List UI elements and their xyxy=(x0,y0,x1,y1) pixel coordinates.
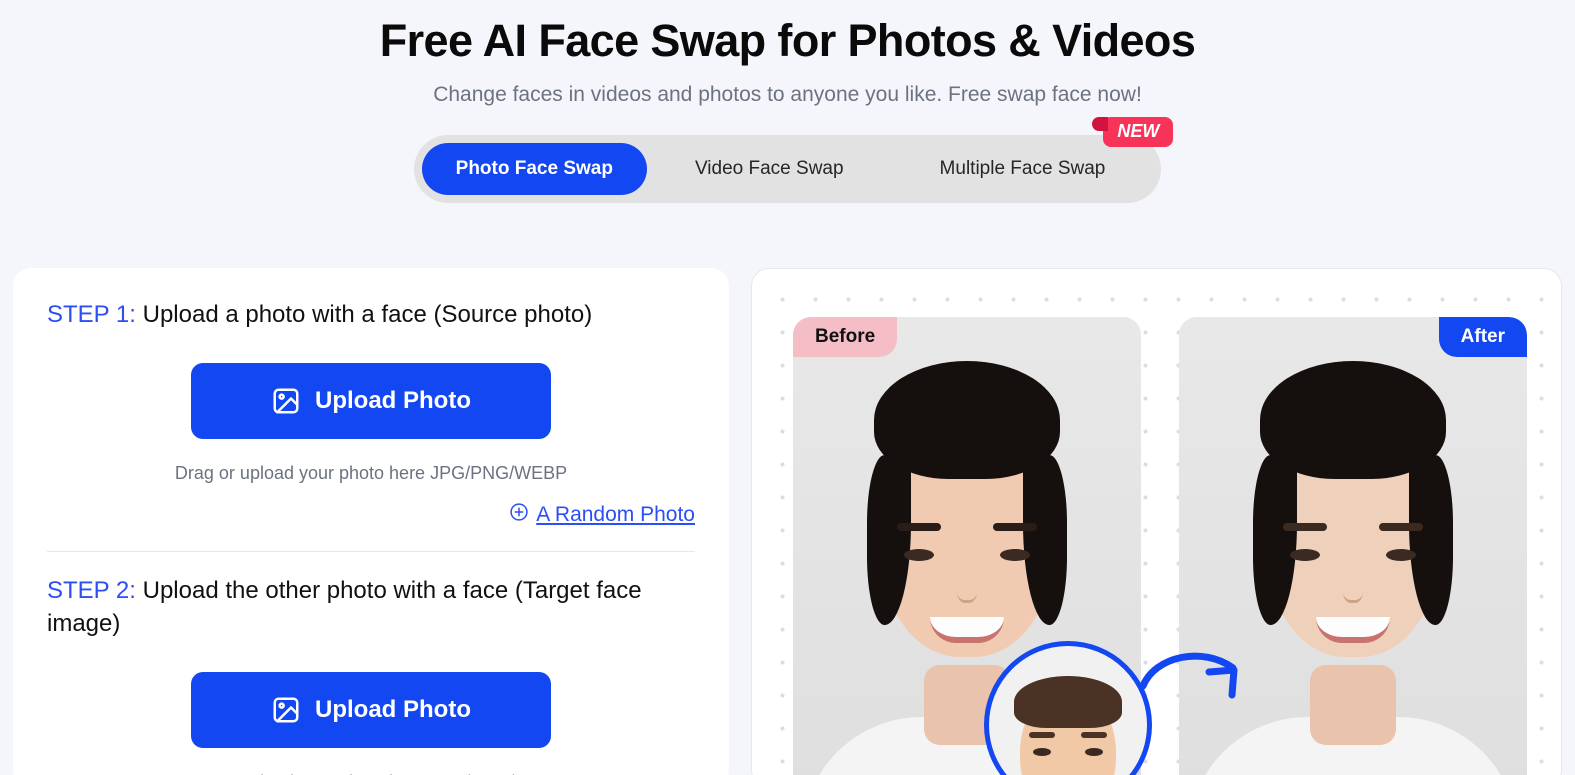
random-photo-link[interactable]: A Random Photo xyxy=(536,503,695,527)
tab-multiple-face-swap[interactable]: Multiple Face Swap xyxy=(892,143,1154,195)
avatar-hair xyxy=(1014,676,1122,728)
before-nose xyxy=(957,575,977,603)
avatar-eye-right xyxy=(1085,748,1103,756)
after-eye-left xyxy=(1290,549,1320,561)
preview-card: Before After xyxy=(751,268,1562,775)
after-label: After xyxy=(1438,317,1527,357)
before-after-stage: Before After xyxy=(752,269,1561,775)
step-1-title: STEP 1: Upload a photo with a face (Sour… xyxy=(47,298,687,331)
image-upload-icon xyxy=(271,386,301,416)
after-neck xyxy=(1310,665,1396,745)
upload-photo-button-2[interactable]: Upload Photo xyxy=(191,672,551,749)
swap-arrow-icon xyxy=(1137,642,1247,709)
after-nose xyxy=(1343,575,1363,603)
page-title: Free AI Face Swap for Photos & Videos xyxy=(379,15,1196,66)
after-hair-bun xyxy=(1260,361,1446,479)
step-2-title: STEP 2: Upload the other photo with a fa… xyxy=(47,574,687,640)
step-2-key: STEP 2: xyxy=(47,577,136,605)
tab-switcher-wrap: Photo Face Swap Video Face Swap Multiple… xyxy=(0,116,1575,203)
before-eye-left xyxy=(904,549,934,561)
upload-photo-label-2: Upload Photo xyxy=(315,696,471,724)
upload-steps-card: STEP 1: Upload a photo with a face (Sour… xyxy=(13,268,729,775)
step-1-text: Upload a photo with a face (Source photo… xyxy=(135,301,593,328)
step-1-key: STEP 1: xyxy=(47,301,136,328)
after-eye-right xyxy=(1386,549,1416,561)
upload-photo-button-1[interactable]: Upload Photo xyxy=(191,363,551,440)
face-swap-page: Free AI Face Swap for Photos & Videos Ch… xyxy=(0,0,1575,775)
before-brow-right xyxy=(993,523,1037,531)
step-1-upload-row: Upload Photo xyxy=(47,363,695,440)
main-panels: STEP 1: Upload a photo with a face (Sour… xyxy=(13,268,1562,775)
before-eye-right xyxy=(1000,549,1030,561)
upload-photo-label-1: Upload Photo xyxy=(315,387,471,415)
image-upload-icon xyxy=(271,695,301,725)
avatar-brow-right xyxy=(1081,732,1107,738)
tab-photo-face-swap[interactable]: Photo Face Swap xyxy=(421,142,647,195)
before-label: Before xyxy=(793,317,898,357)
steps-divider xyxy=(47,551,695,553)
after-brow-right xyxy=(1379,523,1423,531)
before-hair-bun xyxy=(874,361,1060,479)
plus-circle-icon xyxy=(509,502,529,527)
avatar-eye-left xyxy=(1033,748,1051,756)
step-2-text: Upload the other photo with a face (Targ… xyxy=(47,577,642,638)
tab-switcher: Photo Face Swap Video Face Swap Multiple… xyxy=(413,116,1174,203)
step-1-hint: Drag or upload your photo here JPG/PNG/W… xyxy=(174,463,568,484)
avatar-brow-left xyxy=(1029,732,1055,738)
new-badge: NEW xyxy=(1092,116,1174,148)
tab-video-face-swap[interactable]: Video Face Swap xyxy=(647,143,892,195)
random-photo-row: A Random Photo xyxy=(47,502,695,527)
after-brow-left xyxy=(1283,523,1327,531)
page-subtitle: Change faces in videos and photos to any… xyxy=(433,82,1142,106)
step-2-upload-row: Upload Photo xyxy=(47,672,695,749)
before-brow-left xyxy=(897,523,941,531)
